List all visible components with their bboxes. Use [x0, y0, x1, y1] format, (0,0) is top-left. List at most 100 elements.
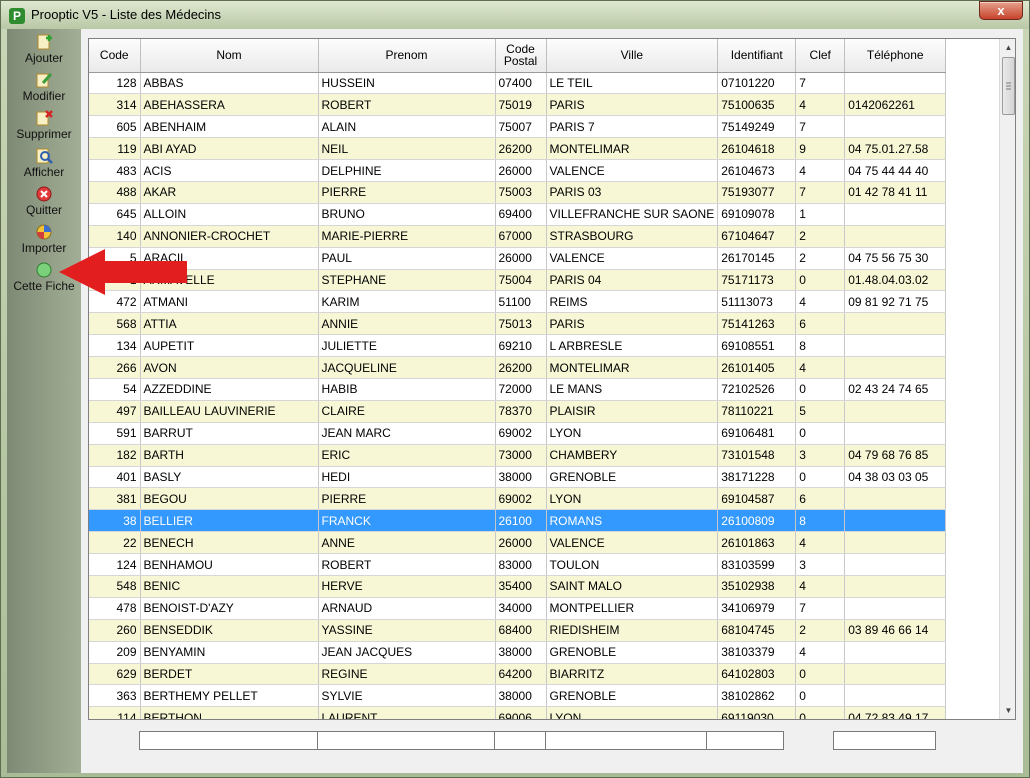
table-row[interactable]: 591 BARRUT JEAN MARC 69002 LYON 69106481 0: [89, 422, 947, 445]
table-row[interactable]: 401 BASLY HEDI 38000 GRENOBLE 38171228 0 04 38 …: [89, 466, 947, 489]
cell-prenom: FRANCK: [318, 509, 496, 533]
cell-clef: 8: [795, 509, 846, 533]
cell-nom: ALLOIN: [140, 203, 319, 226]
scroll-up-icon[interactable]: ▲: [1000, 39, 1015, 56]
cell-telephone: 01 42 78 41 11: [844, 181, 947, 204]
table-row[interactable]: 119 ABI AYAD NEIL 26200 MONTELIMAR 26104618 9 0…: [89, 137, 947, 161]
cell-identifiant: 72102526: [717, 378, 797, 401]
cell-prenom: MARIE-PIERRE: [318, 225, 496, 248]
cell-telephone: [844, 684, 947, 708]
footer-field-telephone[interactable]: [833, 731, 936, 750]
cell-code: 128: [89, 72, 141, 95]
column-header-identifiant[interactable]: Identifiant: [717, 39, 797, 73]
table-row[interactable]: 134 AUPETIT JULIETTE 69210 L ARBRESLE 6910855…: [89, 334, 947, 358]
cell-code: 124: [89, 553, 141, 576]
footer-field-code-postal[interactable]: [494, 731, 546, 750]
cell-prenom: ANNIE: [318, 312, 496, 336]
doctors-table-frame: Code Nom Prenom Code Postal Ville Identi…: [88, 38, 1016, 720]
cell-identifiant: 34106979: [717, 597, 797, 620]
cell-clef: 1: [795, 203, 846, 226]
cell-nom: BELLIER: [140, 509, 319, 533]
quit-button[interactable]: Quitter: [7, 185, 81, 217]
table-row[interactable]: 629 BERDET REGINE 64200 BIARRITZ 64102803 0: [89, 663, 947, 686]
table-row[interactable]: 54 AZZEDDINE HABIB 72000 LE MANS 72102526 0 02 …: [89, 378, 947, 401]
table-row[interactable]: 497 BAILLEAU LAUVINERIE CLAIRE 78370 PLAISIR…: [89, 400, 947, 423]
table-row[interactable]: 124 BENHAMOU ROBERT 83000 TOULON 83103599 3: [89, 553, 947, 576]
cell-nom: BARRUT: [140, 422, 319, 445]
cell-ville: GRENOBLE: [546, 684, 719, 708]
column-header-prenom[interactable]: Prenom: [318, 39, 496, 73]
cell-code-postal: 83000: [495, 553, 547, 576]
cell-identifiant: 78110221: [717, 400, 797, 423]
cell-clef: 0: [795, 466, 846, 489]
add-button[interactable]: Ajouter: [7, 33, 81, 65]
column-header-telephone[interactable]: Téléphone: [844, 39, 947, 73]
footer-field-prenom[interactable]: [317, 731, 495, 750]
column-header-clef[interactable]: Clef: [795, 39, 846, 73]
table-row[interactable]: 114 BERTHON LAURENT 69006 LYON 69119030 0 04 72…: [89, 706, 947, 719]
table-row[interactable]: 260 BENSEDDIK YASSINE 68400 RIEDISHEIM 681047…: [89, 619, 947, 642]
cell-telephone: [844, 553, 947, 576]
cell-clef: 0: [795, 706, 846, 719]
table-row[interactable]: 568 ATTIA ANNIE 75013 PARIS 75141263 6: [89, 312, 947, 336]
cell-nom: ACIS: [140, 159, 319, 182]
table-row[interactable]: 363 BERTHEMY PELLET SYLVIE 38000 GRENOBLE 381…: [89, 684, 947, 708]
edit-button[interactable]: Modifier: [7, 71, 81, 103]
title-bar[interactable]: P Prooptic V5 - Liste des Médecins x: [1, 1, 1029, 29]
app-icon: P: [9, 8, 25, 24]
delete-button[interactable]: Supprimer: [7, 109, 81, 141]
table-row[interactable]: 266 AVON JACQUELINE 26200 MONTELIMAR 26101405…: [89, 356, 947, 379]
footer-field-identifiant[interactable]: [706, 731, 784, 750]
cell-nom: ANNONIER-CROCHET: [140, 225, 319, 248]
table-row[interactable]: 182 BARTH ERIC 73000 CHAMBERY 73101548 3 04 79 …: [89, 444, 947, 467]
cell-nom: BENSEDDIK: [140, 619, 319, 642]
close-button[interactable]: x: [979, 1, 1023, 20]
cell-prenom: PAUL: [318, 247, 496, 270]
view-button[interactable]: Afficher: [7, 147, 81, 179]
cell-code-postal: 75007: [495, 115, 547, 139]
cell-code: 605: [89, 115, 141, 139]
table-row[interactable]: 381 BEGOU PIERRE 69002 LYON 69104587 6: [89, 487, 947, 511]
table-row[interactable]: 472 ATMANI KARIM 51100 REIMS 51113073 4 09 81 9…: [89, 290, 947, 314]
cell-code: 568: [89, 312, 141, 336]
column-header-ville[interactable]: Ville: [546, 39, 719, 73]
column-header-code-postal[interactable]: Code Postal: [495, 39, 547, 73]
table-row[interactable]: 140 ANNONIER-CROCHET MARIE-PIERRE 67000 STRA…: [89, 225, 947, 248]
cell-telephone: [844, 400, 947, 423]
footer-field-ville[interactable]: [545, 731, 707, 750]
scrollbar-thumb[interactable]: [1002, 57, 1015, 115]
table-row[interactable]: 128 ABBAS HUSSEIN 07400 LE TEIL 07101220 7: [89, 72, 947, 95]
footer-field-nom[interactable]: [139, 731, 318, 750]
scroll-down-icon[interactable]: ▼: [1000, 702, 1015, 719]
column-header-nom[interactable]: Nom: [140, 39, 319, 73]
table-row[interactable]: 645 ALLOIN BRUNO 69400 VILLEFRANCHE SUR SAON…: [89, 203, 947, 226]
cell-clef: 0: [795, 378, 846, 401]
cell-nom: BENECH: [140, 531, 319, 555]
cell-ville: PARIS 03: [546, 181, 719, 204]
table-row[interactable]: 605 ABENHAIM ALAIN 75007 PARIS 7 75149249 7: [89, 115, 947, 139]
table-row[interactable]: 488 AKAR PIERRE 75003 PARIS 03 75193077 7 01 42…: [89, 181, 947, 204]
table-row[interactable]: 314 ABEHASSERA ROBERT 75019 PARIS 75100635 4 01…: [89, 93, 947, 117]
table-row[interactable]: 548 BENIC HERVE 35400 SAINT MALO 35102938 4: [89, 575, 947, 598]
cell-prenom: JACQUELINE: [318, 356, 496, 379]
cell-code: 483: [89, 159, 141, 182]
table-row[interactable]: 209 BENYAMIN JEAN JACQUES 38000 GRENOBLE 3810…: [89, 641, 947, 664]
table-row-selected[interactable]: 38 BELLIER FRANCK 26100 ROMANS 26100809 8: [89, 509, 947, 533]
table-row[interactable]: 1ARMAVELLESTEPHANE75004PARIS 04751711730…: [89, 269, 947, 292]
column-header-code[interactable]: Code: [89, 39, 141, 73]
table-row[interactable]: 22 BENECH ANNE 26000 VALENCE 26101863 4: [89, 531, 947, 555]
cell-nom: ABI AYAD: [140, 137, 319, 161]
table-row[interactable]: 483 ACIS DELPHINE 26000 VALENCE 26104673 4 04 7…: [89, 159, 947, 182]
cell-telephone: [844, 509, 947, 533]
cell-code: 38: [89, 509, 141, 533]
table-row[interactable]: 478 BENOIST-D'AZY ARNAUD 34000 MONTPELLIER 34…: [89, 597, 947, 620]
cell-ville: PARIS: [546, 312, 719, 336]
cell-telephone: [844, 356, 947, 379]
cell-clef: 0: [795, 269, 846, 292]
vertical-scrollbar[interactable]: ▲ ▼: [999, 39, 1015, 719]
table-row[interactable]: 5 ARACIL PAUL 26000 VALENCE 26170145 2 04 75 56…: [89, 247, 947, 270]
cell-identifiant: 07101220: [717, 72, 797, 95]
cell-identifiant: 83103599: [717, 553, 797, 576]
cell-identifiant: 38171228: [717, 466, 797, 489]
cell-code: 497: [89, 400, 141, 423]
